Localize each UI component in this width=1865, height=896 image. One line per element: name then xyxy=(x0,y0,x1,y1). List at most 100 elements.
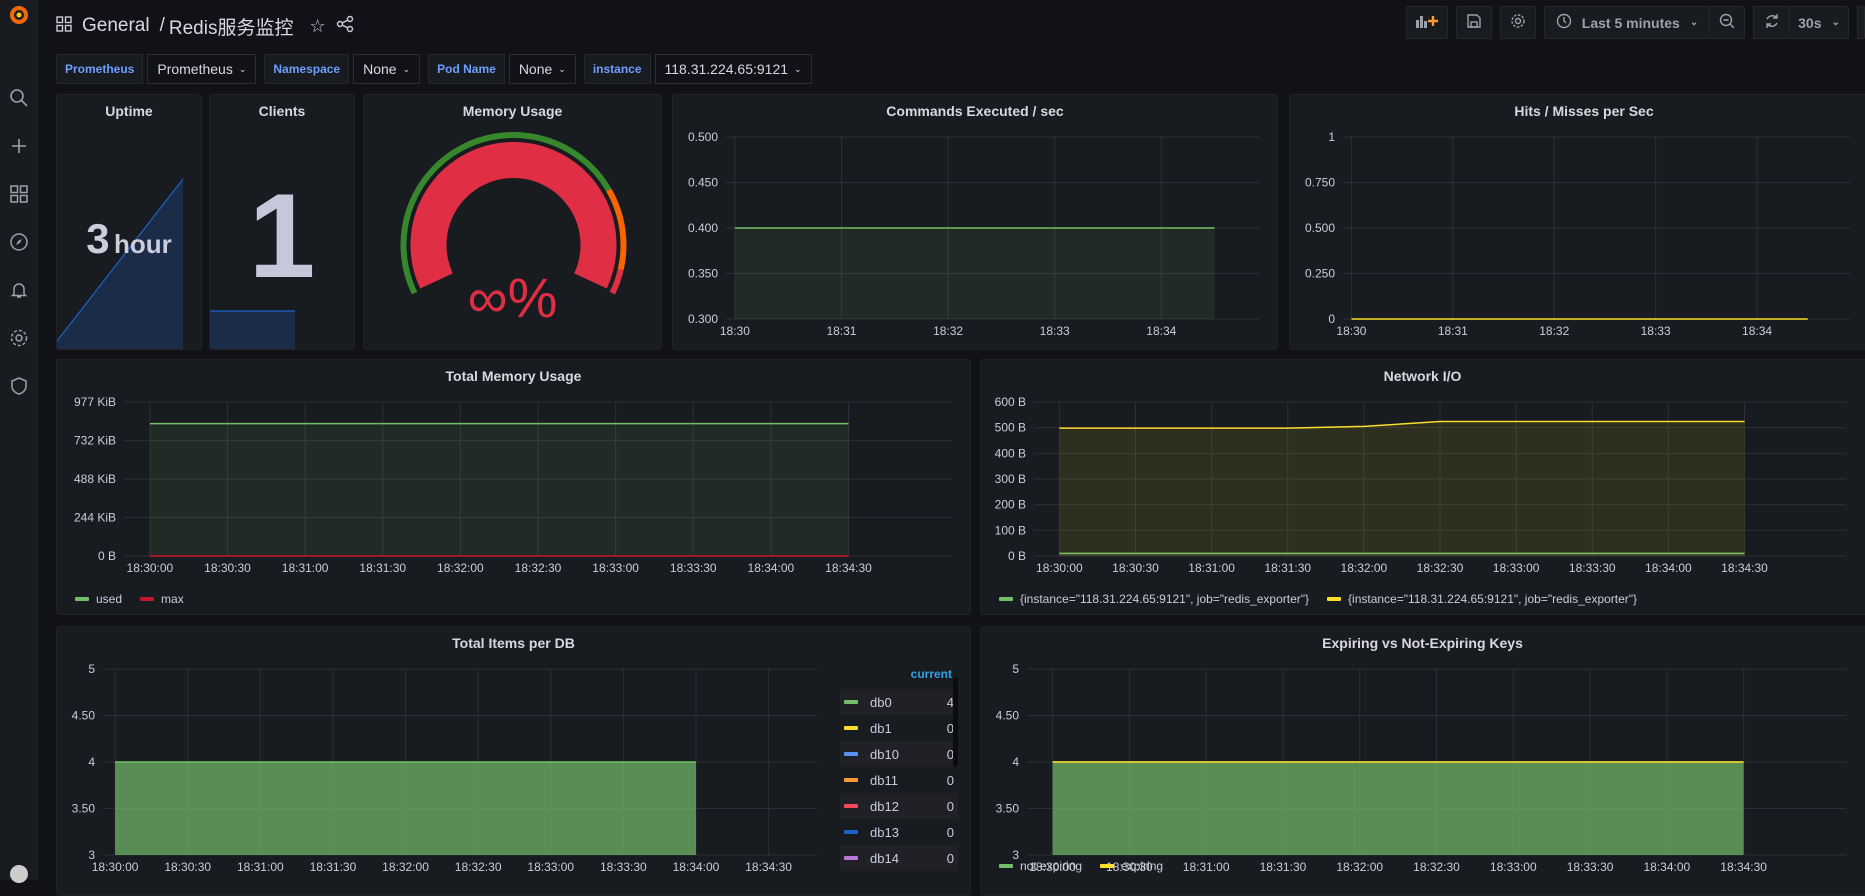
variable-label: instance xyxy=(583,54,651,84)
x-tick-label: 18:31:00 xyxy=(1188,561,1235,575)
variable-select[interactable]: Prometheus ⌄ xyxy=(147,54,257,84)
y-tick-label: 0.500 xyxy=(688,130,718,144)
legend-item[interactable]: used xyxy=(75,592,122,606)
panel-memory-usage[interactable]: Memory Usage ∞% xyxy=(363,94,662,350)
x-tick-label: 18:30 xyxy=(720,324,750,338)
y-tick-label: 0.300 xyxy=(688,312,718,326)
gear-icon xyxy=(1510,13,1526,32)
variable-namespace: Namespace None ⌄ xyxy=(264,54,421,84)
series-swatch xyxy=(844,726,858,730)
legend-item[interactable]: {instance="118.31.224.65:9121", job="red… xyxy=(1327,592,1637,606)
plus-icon[interactable] xyxy=(0,136,38,161)
share-icon[interactable] xyxy=(336,15,354,38)
legend-row[interactable]: db13 0 xyxy=(840,819,958,845)
chart-legend: {instance="118.31.224.65:9121", job="red… xyxy=(999,592,1637,606)
x-tick-label: 18:30:00 xyxy=(1036,561,1083,575)
add-panel-button[interactable] xyxy=(1406,6,1448,39)
chevron-down-icon: ⌄ xyxy=(402,63,411,74)
save-icon xyxy=(1466,13,1482,32)
alerting-icon[interactable] xyxy=(0,280,38,305)
save-dashboard-button[interactable] xyxy=(1456,6,1492,39)
page-title[interactable]: Redis服务监控 xyxy=(169,13,294,40)
panel-commands-executed[interactable]: Commands Executed / sec 0.300 0.350 0.400 0… xyxy=(672,94,1278,350)
configuration-icon[interactable] xyxy=(0,328,38,353)
x-tick-label: 18:33:00 xyxy=(592,561,639,575)
legend-item[interactable]: not expiring xyxy=(999,859,1082,873)
x-tick-label: 18:34:30 xyxy=(1720,860,1767,874)
y-tick-label: 5 xyxy=(1012,662,1019,676)
variable-select[interactable]: None ⌄ xyxy=(508,54,576,84)
panel-network-io[interactable]: Network I/O 0 B 100 B 200 B 300 B 400 B 500 B… xyxy=(980,359,1865,615)
sidebar xyxy=(0,0,38,883)
time-range-picker[interactable]: Last 5 minutes ⌄ xyxy=(1544,6,1709,39)
x-tick-label: 18:30:00 xyxy=(92,860,139,874)
refresh-interval-picker[interactable]: 30s ⌄ xyxy=(1789,6,1849,39)
variable-select[interactable]: 118.31.224.65:9121 ⌄ xyxy=(654,54,812,84)
legend-row[interactable]: db0 4 xyxy=(840,689,958,715)
variable-select[interactable]: None ⌄ xyxy=(353,54,421,84)
panel-expiring-keys[interactable]: Expiring vs Not-Expiring Keys 3 3.50 4 4.50… xyxy=(980,626,1865,896)
panel-title: Network I/O xyxy=(1383,368,1462,384)
legend-scrollbar[interactable] xyxy=(953,677,958,767)
legend-row[interactable]: db12 0 xyxy=(840,793,958,819)
variable-value: None xyxy=(518,61,553,77)
panel-uptime[interactable]: Uptime 3 hour xyxy=(56,94,202,350)
y-tick-label: 200 B xyxy=(995,498,1026,512)
panel-clients[interactable]: Clients 1 xyxy=(209,94,355,350)
y-tick-label: 4 xyxy=(1012,755,1019,769)
x-tick-label: 18:31:30 xyxy=(310,860,357,874)
x-tick-label: 18:33:30 xyxy=(1569,561,1616,575)
legend-item[interactable]: max xyxy=(140,592,184,606)
total-items-chart: 33.5044.50518:30:00 18:30:30 18:31:00 18:31… xyxy=(72,662,817,874)
series-name: db14 xyxy=(870,850,899,866)
x-tick-label: 18:32:30 xyxy=(1413,860,1460,874)
refresh-button[interactable] xyxy=(1753,6,1789,39)
y-tick-label: 0 xyxy=(1328,312,1335,326)
uptime-value: 3 hour xyxy=(86,215,172,262)
series-name: db10 xyxy=(870,746,899,762)
user-avatar[interactable] xyxy=(0,864,38,889)
network-io-chart: 0 B 100 B 200 B 300 B 400 B 500 B 600 B 18:30:0… xyxy=(995,395,1846,575)
explore-icon[interactable] xyxy=(0,232,38,257)
legend-row[interactable]: db11 0 xyxy=(840,767,958,793)
x-tick-label: 18:34 xyxy=(1146,324,1176,338)
grafana-logo[interactable] xyxy=(0,4,38,31)
x-tick-label: 18:33 xyxy=(1641,324,1671,338)
series-swatch xyxy=(844,752,858,756)
y-tick-label: 488 KiB xyxy=(74,472,116,486)
dashboard-settings-button[interactable] xyxy=(1500,6,1536,39)
panel-hits-misses[interactable]: Hits / Misses per Sec 0 0.250 0.500 0.750 1 1… xyxy=(1289,94,1865,350)
legend-item[interactable]: {instance="118.31.224.65:9121", job="red… xyxy=(999,592,1309,606)
panel-title: Expiring vs Not-Expiring Keys xyxy=(1322,635,1523,651)
shield-icon[interactable] xyxy=(0,376,38,401)
legend-row[interactable]: db1 0 xyxy=(840,715,958,741)
y-tick-label: 3.50 xyxy=(72,802,96,816)
x-tick-label: 18:30:00 xyxy=(127,561,174,575)
x-tick-label: 18:31 xyxy=(1438,324,1468,338)
x-tick-label: 18:32:30 xyxy=(515,561,562,575)
view-mode-button[interactable] xyxy=(1857,6,1865,39)
chevron-down-icon: ⌄ xyxy=(1689,17,1699,28)
panel-title: Hits / Misses per Sec xyxy=(1514,103,1654,119)
add-panel-icon xyxy=(1415,13,1439,32)
star-icon[interactable]: ☆ xyxy=(309,16,325,37)
zoom-out-button[interactable] xyxy=(1709,6,1745,39)
series-current: 0 xyxy=(946,772,954,788)
series-swatch xyxy=(844,856,858,860)
refresh-interval-label: 30s xyxy=(1798,14,1822,31)
panel-total-memory[interactable]: Total Memory Usage 0 B 244 KiB 488 KiB 732 … xyxy=(56,359,971,615)
dashboards-icon[interactable] xyxy=(0,184,38,209)
legend-row[interactable]: db14 0 xyxy=(840,845,958,871)
y-tick-label: 977 KiB xyxy=(74,395,116,409)
panel-total-items[interactable]: Total Items per DB 3 3.50 4 4.50 5 18:30:00 18… xyxy=(56,626,971,896)
x-tick-label: 18:32:00 xyxy=(382,860,429,874)
breadcrumb-folder[interactable]: General xyxy=(82,15,150,37)
legend-column-current[interactable]: current xyxy=(840,667,958,689)
x-tick-label: 18:33:00 xyxy=(1493,561,1540,575)
variable-value: None xyxy=(363,61,397,77)
x-tick-label: 18:30:30 xyxy=(1112,561,1159,575)
search-icon[interactable] xyxy=(0,88,38,113)
legend-item[interactable]: expiring xyxy=(1100,859,1163,873)
legend-row[interactable]: db10 0 xyxy=(840,741,958,767)
series-name: db11 xyxy=(870,772,898,788)
